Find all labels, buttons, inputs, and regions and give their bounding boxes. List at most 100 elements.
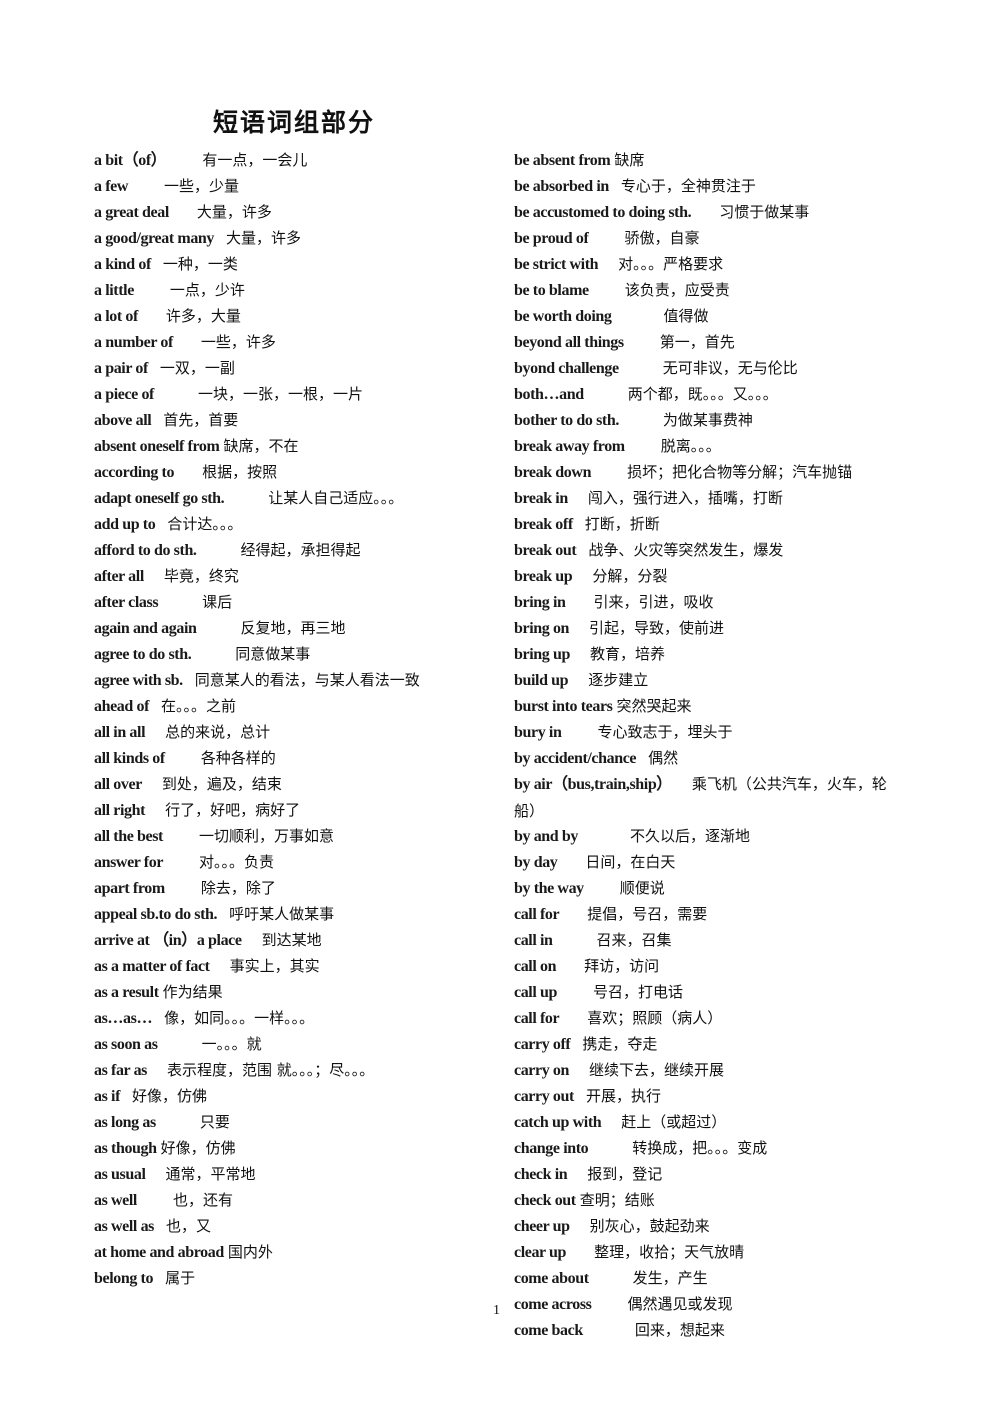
phrase-entry: bother to do sth. 为做某事费神 xyxy=(514,407,753,433)
phrase-entry: appeal sb.to do sth. 呼吁某人做某事 xyxy=(94,901,334,927)
phrase-text: a bit（of） xyxy=(94,152,167,169)
definition-text: 有一点，一会儿 xyxy=(202,151,308,169)
definition-text: 只要 xyxy=(199,1113,230,1131)
definition-text: 呼吁某人做某事 xyxy=(229,905,335,923)
phrase-entry: absent oneself from 缺席，不在 xyxy=(94,433,298,459)
phrase-text: bother to do sth. xyxy=(514,412,619,429)
phrase-entry: as long as 只要 xyxy=(94,1109,230,1135)
phrase-entry: as if 好像，仿佛 xyxy=(94,1083,207,1109)
definition-text: 许多，大量 xyxy=(165,307,241,325)
definition-text: 根据，按照 xyxy=(202,463,278,481)
definition-text: 首先，首要 xyxy=(163,411,239,429)
phrase-entry: as well as 也，又 xyxy=(94,1213,211,1239)
phrase-entry: a piece of 一块，一张，一根，一片 xyxy=(94,381,363,407)
phrase-text: be worth doing xyxy=(514,308,612,325)
definition-text: 毕竟，终究 xyxy=(163,567,239,585)
phrase-text: as well xyxy=(94,1192,137,1209)
phrase-text: all right xyxy=(94,802,146,819)
definition-text: 提倡，号召，需要 xyxy=(587,905,708,923)
phrase-text: be accustomed to doing sth. xyxy=(514,204,692,221)
definition-text: 无可非议，无与伦比 xyxy=(662,359,798,377)
phrase-text: arrive at （in）a place xyxy=(94,932,242,949)
phrase-entry: by accident/chance 偶然 xyxy=(514,745,678,771)
phrase-entry: as usual 通常，平常地 xyxy=(94,1161,256,1187)
phrase-entry: bury in 专心致志于，埋头于 xyxy=(514,719,732,745)
definition-text: 该负责，应受责 xyxy=(624,281,730,299)
phrase-text: as long as xyxy=(94,1114,156,1131)
phrase-text: after all xyxy=(94,568,144,585)
phrase-entry: clear up 整理，收拾；天气放晴 xyxy=(514,1239,744,1265)
definition-text: 偶然 xyxy=(648,749,679,767)
phrase-text: add up to xyxy=(94,516,156,533)
definition-text: 赶上（或超过） xyxy=(621,1113,727,1131)
definition-text: 继续下去，继续开展 xyxy=(589,1061,725,1079)
phrase-entry: bring in 引来，引进，吸收 xyxy=(514,589,714,615)
definition-text: 通常，平常地 xyxy=(165,1165,256,1183)
phrase-entry: all kinds of 各种各样的 xyxy=(94,745,276,771)
phrase-text: carry off xyxy=(514,1036,571,1053)
definition-text: 一些，许多 xyxy=(200,333,276,351)
phrase-entry: a good/great many 大量，许多 xyxy=(94,225,301,251)
phrase-entry: call for 喜欢；照顾（病人） xyxy=(514,1005,722,1031)
phrase-entry: a little 一点，少许 xyxy=(94,277,245,303)
definition-text: 为做某事费神 xyxy=(662,411,753,429)
phrase-text: a little xyxy=(94,282,134,299)
definition-text: 让某人自己适应。。。 xyxy=(268,489,404,507)
definition-text: 报到，登记 xyxy=(587,1165,663,1183)
definition-text: 也，又 xyxy=(166,1217,212,1235)
definition-text: 经得起，承担得起 xyxy=(240,541,361,559)
phrase-text: by day xyxy=(514,854,558,871)
phrase-text: check out xyxy=(514,1192,576,1209)
phrase-text: come back xyxy=(514,1322,583,1339)
phrase-entry: call on 拜访，访问 xyxy=(514,953,659,979)
phrase-entry: be absorbed in 专心于，全神贯注于 xyxy=(514,173,756,199)
phrase-text: again and again xyxy=(94,620,197,637)
phrase-text: appeal sb.to do sth. xyxy=(94,906,218,923)
page-title: 短语词组部分 xyxy=(212,108,375,137)
phrase-entry: according to 根据，按照 xyxy=(94,459,277,485)
definition-text: 习惯于做某事 xyxy=(719,203,810,221)
phrase-text: bring up xyxy=(514,646,570,663)
phrase-text: a kind of xyxy=(94,256,151,273)
phrase-text: absent oneself from xyxy=(94,438,220,455)
definition-text: 反复地，再三地 xyxy=(240,619,346,637)
phrase-entry: by day 日间，在白天 xyxy=(514,849,675,875)
definition-text: 一块，一张，一根，一片 xyxy=(197,385,363,403)
phrase-entry: arrive at （in）a place 到达某地 xyxy=(94,927,322,953)
definition-text: 国内外 xyxy=(227,1243,273,1261)
definition-text: 同意某人的看法，与某人看法一致 xyxy=(194,671,420,689)
phrase-entry: be accustomed to doing sth. 习惯于做某事 xyxy=(514,199,809,225)
phrase-entry: all right 行了，好吧，病好了 xyxy=(94,797,300,823)
phrase-text: be strict with xyxy=(514,256,599,273)
phrase-text: ahead of xyxy=(94,698,150,715)
phrase-text: at home and abroad xyxy=(94,1244,224,1261)
definition-text: 顺便说 xyxy=(619,879,665,897)
phrase-entry: add up to 合计达。。。 xyxy=(94,511,242,537)
definition-text: 课后 xyxy=(202,593,233,611)
phrase-text: carry on xyxy=(514,1062,570,1079)
phrase-text: call for xyxy=(514,906,560,923)
phrase-text: call for xyxy=(514,1010,560,1027)
phrase-text: answer for xyxy=(94,854,164,871)
phrase-entry: break up 分解，分裂 xyxy=(514,563,667,589)
page-number: 1 xyxy=(493,1303,500,1318)
phrase-entry: ahead of 在。。。之前 xyxy=(94,693,236,719)
phrase-text: as soon as xyxy=(94,1036,158,1053)
definition-text: 表示程度，范围 就。。。；尽。。。 xyxy=(167,1061,375,1079)
definition-text: 闯入，强行进入，插嘴，打断 xyxy=(587,489,783,507)
phrase-text: carry out xyxy=(514,1088,574,1105)
definition-text: 一双，一副 xyxy=(159,359,235,377)
definition-text: 大量，许多 xyxy=(226,229,302,247)
phrase-text: a number of xyxy=(94,334,173,351)
definition-text: 不久以后，逐渐地 xyxy=(630,827,751,845)
phrase-text: break in xyxy=(514,490,568,507)
phrase-entry: at home and abroad 国内外 xyxy=(94,1239,273,1265)
phrase-text: a good/great many xyxy=(94,230,215,247)
definition-text: 一些，少量 xyxy=(164,177,240,195)
phrase-text: all over xyxy=(94,776,142,793)
definition-text: 一切顺利，万事如意 xyxy=(198,827,334,845)
definition-text: 第一，首先 xyxy=(659,333,735,351)
phrase-entry: come about 发生，产生 xyxy=(514,1265,708,1291)
definition-text: 行了，好吧，病好了 xyxy=(165,801,301,819)
phrase-entry: a lot of 许多，大量 xyxy=(94,303,241,329)
